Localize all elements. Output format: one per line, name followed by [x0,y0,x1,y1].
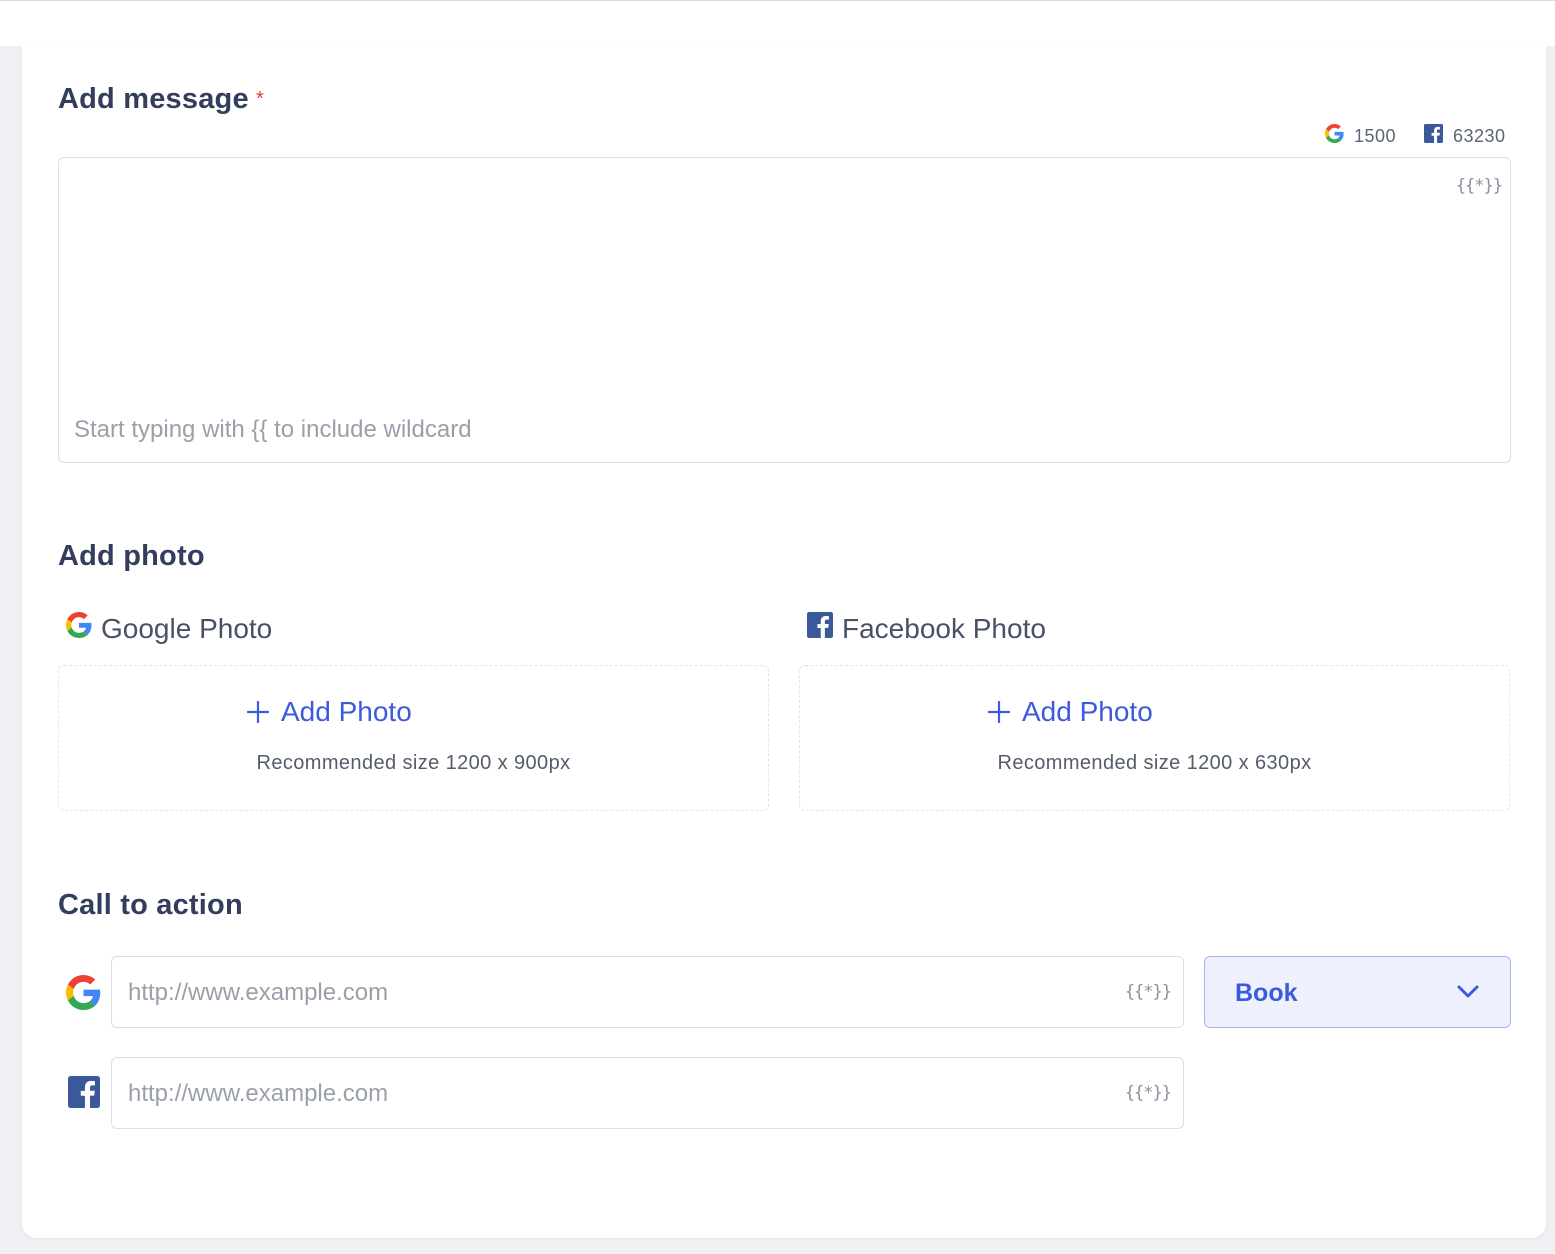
facebook-char-counter: 63230 [1424,124,1506,148]
cta-action-select[interactable]: Book [1204,956,1511,1028]
facebook-icon [1424,124,1443,148]
call-to-action-title: Call to action [58,889,243,921]
plus-icon [246,696,270,728]
cta-action-value: Book [1235,979,1298,1007]
google-photo-label-text: Google Photo [101,612,273,644]
facebook-add-photo-button[interactable]: Add Photo [987,696,1153,728]
google-add-photo-label: Add Photo [281,696,412,727]
google-photo-label: Google Photo [66,612,272,645]
post-editor-card: Add message * 1500 63230 {{*}} Start typ… [22,46,1546,1238]
facebook-photo-dropzone[interactable]: Add Photo Recommended size 1200 x 630px [799,665,1510,811]
wildcard-icon[interactable]: {{*}} [1125,1083,1172,1103]
wildcard-icon[interactable]: {{*}} [1456,176,1503,196]
add-photo-title: Add photo [58,540,205,572]
google-url-placeholder: http://www.example.com [128,979,389,1006]
google-icon [66,975,101,1015]
google-photo-dropzone[interactable]: Add Photo Recommended size 1200 x 900px [58,665,769,811]
facebook-count: 63230 [1453,125,1506,146]
wildcard-icon[interactable]: {{*}} [1125,982,1172,1002]
add-message-title: Add message [58,83,249,115]
google-recommended-size: Recommended size 1200 x 900px [256,752,571,774]
message-textarea[interactable]: {{*}} Start typing with {{ to include wi… [58,157,1511,463]
google-add-photo-button[interactable]: Add Photo [246,696,412,728]
facebook-photo-label: Facebook Photo [807,612,1046,645]
facebook-add-photo-label: Add Photo [1022,696,1153,727]
google-cta-url-input[interactable]: http://www.example.com {{*}} [111,956,1184,1028]
message-placeholder: Start typing with {{ to include wildcard [74,416,472,443]
facebook-recommended-size: Recommended size 1200 x 630px [997,752,1312,774]
chevron-down-icon [1456,983,1480,1004]
facebook-icon [807,612,833,645]
plus-icon [987,696,1011,728]
google-count: 1500 [1354,125,1397,146]
required-indicator: * [256,88,264,110]
facebook-icon [68,1076,100,1113]
google-char-counter: 1500 [1325,124,1396,148]
facebook-cta-url-input[interactable]: http://www.example.com {{*}} [111,1057,1184,1129]
facebook-url-placeholder: http://www.example.com [128,1080,389,1107]
top-bar [0,0,1555,46]
google-icon [1325,124,1344,148]
google-icon [66,612,92,645]
facebook-photo-label-text: Facebook Photo [842,612,1046,644]
